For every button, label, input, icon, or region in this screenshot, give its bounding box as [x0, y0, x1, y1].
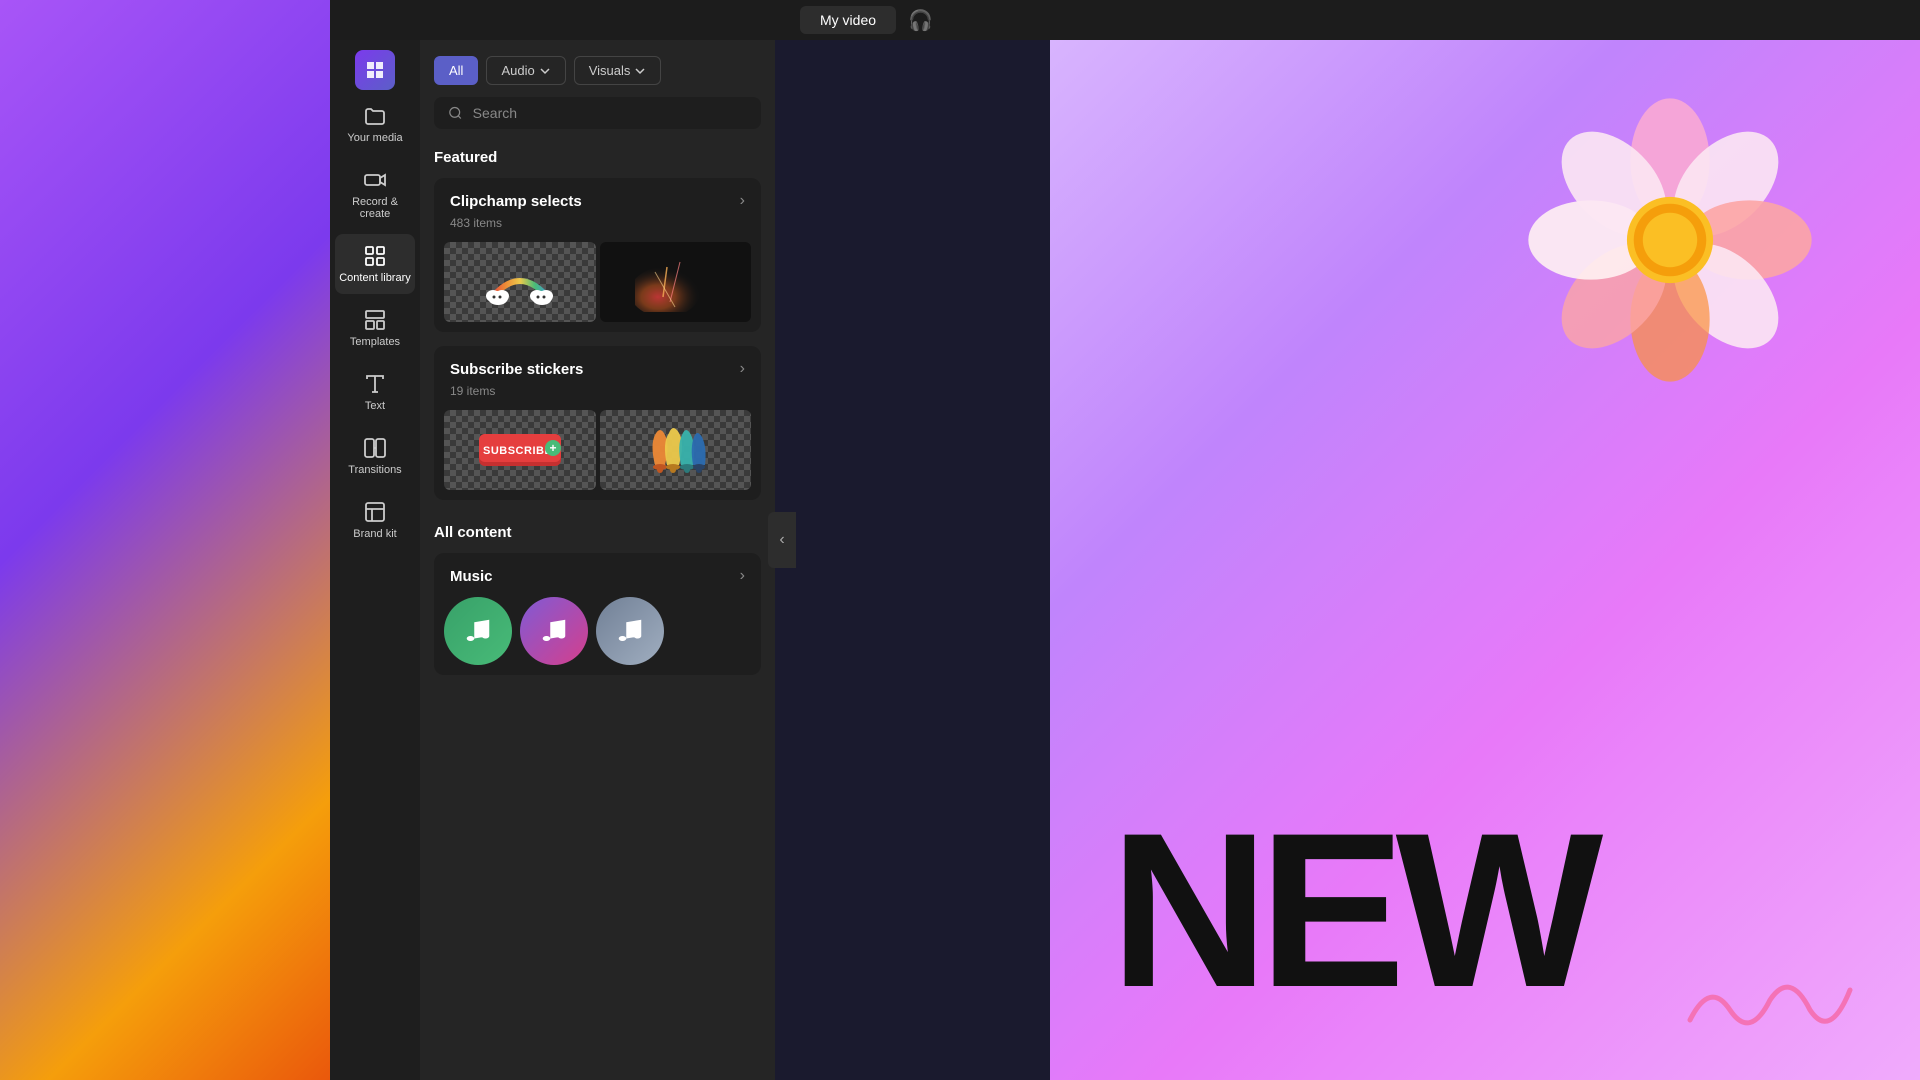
headphone-icon: 🎧 [908, 8, 933, 33]
sidebar-label-brand-kit: Brand kit [353, 528, 396, 540]
background-left [0, 0, 330, 1080]
thumbnail-bells [600, 410, 752, 490]
subscribe-card-title: Subscribe stickers [450, 361, 583, 378]
sidebar-item-transitions[interactable]: Transitions [335, 426, 415, 486]
sidebar-label-content-library: Content library [339, 272, 411, 284]
filter-audio-button[interactable]: Audio [486, 56, 565, 85]
music-card-header: Music › [434, 553, 761, 597]
canvas-title-text: NEW [1110, 800, 1593, 1020]
sidebar-label-record-create: Record & create [339, 196, 411, 220]
subscribe-card-header: Subscribe stickers › [434, 346, 761, 382]
music-icons [434, 597, 761, 675]
my-video-button[interactable]: My video [800, 6, 896, 34]
all-content-title: All content [420, 514, 775, 553]
music-icon-1 [444, 597, 512, 665]
sidebar-item-text[interactable]: Text [335, 362, 415, 422]
filter-all-button[interactable]: All [434, 56, 478, 85]
music-icon-3 [596, 597, 664, 665]
thumbnail-sparkle [600, 242, 752, 322]
canvas-squiggle [1680, 960, 1860, 1040]
card-subtitle: 483 items [434, 214, 761, 242]
chevron-right-icon: › [740, 192, 745, 210]
sidebar-item-your-media[interactable]: Your media [335, 94, 415, 154]
icon-sidebar: Your media Record & create Content libra… [330, 40, 420, 1080]
search-input[interactable] [473, 105, 747, 121]
app-logo [355, 50, 395, 90]
content-panel: All Audio Visuals Featured Clipchamp sel… [420, 40, 775, 1080]
sidebar-label-templates: Templates [350, 336, 400, 348]
sidebar-item-templates[interactable]: Templates [335, 298, 415, 358]
thumbnail-rainbow [444, 242, 596, 322]
sidebar-item-record-create[interactable]: Record & create [335, 158, 415, 230]
svg-text:SUBSCRIBE: SUBSCRIBE [483, 445, 552, 457]
music-card[interactable]: Music › [434, 553, 761, 675]
card-title: Clipchamp selects [450, 193, 582, 210]
svg-text:+: + [549, 441, 556, 455]
filter-visuals-button[interactable]: Visuals [574, 56, 662, 85]
sidebar-label-your-media: Your media [347, 132, 402, 144]
subscribe-stickers-card[interactable]: Subscribe stickers › 19 items SUBSCRIBE … [434, 346, 761, 500]
chevron-down-icon [539, 65, 551, 77]
search-icon [448, 105, 463, 121]
sidebar-item-brand-kit[interactable]: Brand kit [335, 490, 415, 550]
clipchamp-selects-card[interactable]: Clipchamp selects › 483 items [434, 178, 761, 332]
canvas-area: NEW [1050, 40, 1920, 1080]
chevron-down-icon2 [634, 65, 646, 77]
music-card-title: Music [450, 568, 493, 585]
top-bar: My video 🎧 [330, 0, 1920, 40]
chevron-right-icon2: › [740, 360, 745, 378]
subscribe-thumbnails: SUBSCRIBE + [434, 410, 761, 500]
search-bar[interactable] [434, 97, 761, 129]
sidebar-label-text: Text [365, 400, 385, 412]
featured-title: Featured [420, 145, 775, 178]
collapse-panel-button[interactable]: ‹ [768, 512, 796, 568]
sidebar-item-content-library[interactable]: Content library [335, 234, 415, 294]
sidebar-label-transitions: Transitions [348, 464, 401, 476]
thumbnail-subscribe: SUBSCRIBE + [444, 410, 596, 490]
card-header: Clipchamp selects › [434, 178, 761, 214]
filter-bar: All Audio Visuals [420, 40, 775, 97]
canvas-flower [1500, 70, 1840, 410]
music-icon-2 [520, 597, 588, 665]
subscribe-card-subtitle: 19 items [434, 382, 761, 410]
card-thumbnails [434, 242, 761, 332]
chevron-right-icon3: › [740, 567, 745, 585]
